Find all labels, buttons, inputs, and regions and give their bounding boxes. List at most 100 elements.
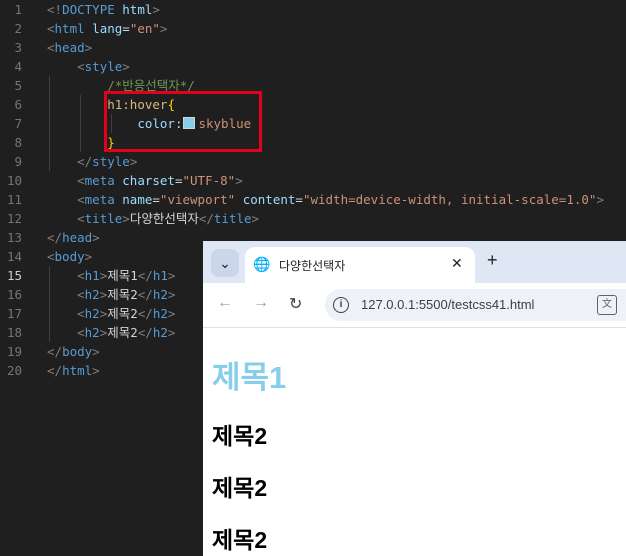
code-line[interactable]: 10 <meta charset="UTF-8"> — [0, 171, 626, 190]
code-line[interactable]: 7 color: skyblue — [0, 114, 626, 133]
code-line[interactable]: 3 <head> — [0, 38, 626, 57]
code-token: h1 — [152, 268, 168, 283]
code-text: <meta charset="UTF-8"> — [47, 171, 243, 190]
line-number: 17 — [6, 306, 22, 321]
line-number: 2 — [14, 21, 22, 36]
code-token: DOCTYPE — [62, 2, 115, 17]
code-token: style — [84, 59, 123, 74]
close-icon[interactable]: ✕ — [451, 255, 463, 272]
code-text: <h2>제목2</h2> — [47, 323, 175, 342]
code-token: > — [122, 211, 130, 226]
line-number: 4 — [14, 59, 22, 74]
code-token: html — [54, 21, 85, 36]
line-number: 6 — [14, 97, 22, 112]
code-token: head — [54, 40, 85, 55]
code-token: > — [92, 363, 100, 378]
code-token: < — [77, 325, 85, 340]
page-heading-2: 제목2 — [212, 423, 268, 449]
reload-icon[interactable]: ↻ — [289, 294, 302, 314]
address-bar[interactable]: i 127.0.0.1:5500/testcss41.html 文 — [325, 289, 626, 321]
code-token: h2 — [152, 287, 168, 302]
code-token: h2 — [84, 306, 100, 321]
code-token: "width=device-width, initial-scale=1.0" — [302, 192, 597, 207]
code-line[interactable]: 1 <!DOCTYPE html> — [0, 0, 626, 19]
page-heading-2: 제목2 — [212, 475, 268, 501]
highlight-box — [104, 91, 262, 152]
url-text: 127.0.0.1:5500/testcss41.html — [361, 297, 535, 312]
line-number: 7 — [14, 116, 22, 131]
code-token: 제목2 — [107, 325, 138, 340]
back-arrow-icon[interactable]: ← — [217, 294, 233, 312]
code-token: </ — [47, 363, 63, 378]
code-token: > — [92, 230, 100, 245]
code-token: > — [167, 287, 176, 302]
code-token: = — [174, 173, 183, 188]
line-number: 12 — [6, 211, 22, 226]
code-token: h2 — [84, 325, 100, 340]
code-token: > — [251, 211, 260, 226]
code-token: > — [167, 325, 176, 340]
tab-title: 다양한선택자 — [279, 259, 346, 273]
code-token: </ — [137, 268, 153, 283]
code-token: title — [84, 211, 123, 226]
code-token: h2 — [152, 306, 168, 321]
browser-toolbar: ← → ↻ i 127.0.0.1:5500/testcss41.html 文 — [203, 283, 626, 328]
code-token: meta — [84, 173, 115, 188]
code-token: 제목2 — [107, 287, 138, 302]
tab-search-button[interactable]: ⌄ — [211, 249, 239, 277]
code-token: </ — [47, 344, 63, 359]
translate-icon[interactable]: 文 — [597, 295, 617, 315]
code-line[interactable]: 2 <html lang="en"> — [0, 19, 626, 38]
globe-icon: 🌐 — [253, 256, 271, 272]
code-token: 제목2 — [107, 306, 138, 321]
code-token: < — [77, 287, 85, 302]
plus-icon[interactable]: + — [487, 250, 498, 271]
code-token: "en" — [129, 21, 160, 36]
code-token: > — [235, 173, 243, 188]
code-text: <head> — [47, 38, 92, 57]
code-token: > — [596, 192, 604, 207]
line-number: 13 — [6, 230, 22, 245]
code-line[interactable]: 8 } — [0, 133, 626, 152]
page-heading-2: 제목2 — [212, 527, 268, 553]
code-token: < — [47, 249, 55, 264]
code-token: = — [152, 192, 160, 207]
code-token: < — [77, 173, 85, 188]
code-line[interactable]: 4 <style> — [0, 57, 626, 76]
code-token: < — [47, 21, 55, 36]
code-text: </html> — [47, 361, 100, 380]
line-number: 16 — [6, 287, 22, 302]
forward-arrow-icon[interactable]: → — [253, 294, 269, 312]
code-text: <html lang="en"> — [47, 19, 167, 38]
code-token: = — [122, 21, 130, 36]
line-number: 5 — [14, 78, 22, 93]
code-token: <! — [47, 2, 63, 17]
code-line[interactable]: 12 <title>다양한선택자</title> — [0, 209, 626, 228]
code-line[interactable]: 9 </style> — [0, 152, 626, 171]
page-heading-1: 제목1 — [212, 360, 287, 395]
code-line[interactable]: 11 <meta name="viewport" content="width=… — [0, 190, 626, 209]
code-line[interactable]: 6 h1:hover{ — [0, 95, 626, 114]
code-text: </style> — [47, 152, 137, 171]
code-token: body — [54, 249, 85, 264]
code-token: < — [77, 268, 85, 283]
line-number: 8 — [14, 135, 22, 150]
browser-tab[interactable]: 🌐 다양한선택자 ✕ — [245, 247, 475, 283]
code-token: > — [122, 59, 130, 74]
code-token: > — [167, 306, 176, 321]
code-line[interactable]: 5 /*반응선택자*/ — [0, 76, 626, 95]
code-token: lang — [92, 21, 123, 36]
code-token: > — [84, 249, 93, 264]
code-token: 다양한선택자 — [129, 211, 199, 226]
info-icon[interactable]: i — [333, 297, 349, 313]
line-number: 20 — [6, 363, 22, 378]
